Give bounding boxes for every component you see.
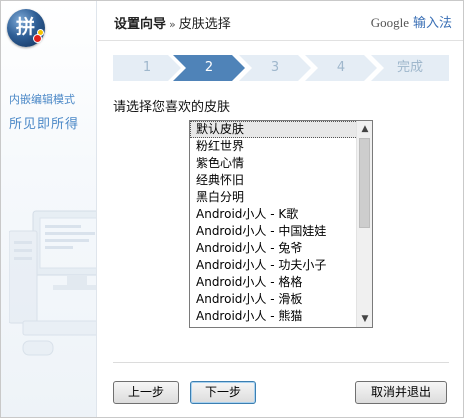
skin-list-item[interactable]: Android小人 - 滑板 <box>190 291 372 308</box>
skin-prompt: 请选择您喜欢的皮肤 <box>113 100 231 115</box>
skin-list-item[interactable]: Android小人 - 功夫小子 <box>190 257 372 274</box>
breadcrumb-setup-wizard: 设置向导 <box>114 17 167 32</box>
skin-list-item[interactable]: Android小人 - 格格 <box>190 274 372 291</box>
brand-google: Google <box>370 15 409 30</box>
mode-title: 内嵌编辑模式 <box>9 93 75 106</box>
skin-list-item[interactable]: Android小人 - 兔爷 <box>190 240 372 257</box>
logo-glyph: 拼 <box>16 16 36 38</box>
google-pinyin-logo: 拼 <box>7 9 45 47</box>
skin-list-items: 默认皮肤 粉红世界 紫色心情 经典怀旧 黑白分明 Android小人 - K歌 Androi… <box>190 121 372 325</box>
skin-list-item[interactable]: 默认皮肤 <box>190 121 372 138</box>
skin-listbox[interactable]: 默认皮肤 粉红世界 紫色心情 经典怀旧 黑白分明 Android小人 - K歌 Androi… <box>189 120 373 328</box>
footer-divider <box>113 362 449 363</box>
logo-dot-red <box>33 34 42 43</box>
skin-list-item[interactable]: 黑白分明 <box>190 189 372 206</box>
skin-list-item[interactable]: 紫色心情 <box>190 155 372 172</box>
scroll-up-arrow-icon[interactable]: ▲ <box>357 121 372 137</box>
step-1-label: 1 <box>142 60 152 75</box>
breadcrumb-separator: » <box>169 18 176 31</box>
step-finish: 完成 <box>371 55 449 81</box>
step-indicator: 1 2 3 4 完成 <box>113 55 449 81</box>
step-finish-label: 完成 <box>396 60 423 75</box>
step-4-label: 4 <box>336 60 346 75</box>
skin-list-item[interactable]: Android小人 - K歌 <box>190 206 372 223</box>
previous-step-button[interactable]: 上一步 <box>113 381 179 404</box>
step-4: 4 <box>305 55 377 81</box>
scrollbar-thumb[interactable] <box>359 138 370 228</box>
cancel-and-exit-button[interactable]: 取消并退出 <box>355 381 447 404</box>
step-1: 1 <box>113 55 181 81</box>
skin-list-item[interactable]: Android小人 - 中国娃娃 <box>190 223 372 240</box>
sidebar: 拼 内嵌编辑模式 所见即所得 <box>1 1 97 417</box>
skin-list-item[interactable]: Android小人 - 熊猫 <box>190 308 372 325</box>
brand-label: Google 输入法 <box>371 12 452 31</box>
skin-list-item[interactable]: 经典怀旧 <box>190 172 372 189</box>
step-3: 3 <box>239 55 311 81</box>
computer-illustration <box>9 210 96 356</box>
step-2-label: 2 <box>204 60 214 75</box>
listbox-scrollbar[interactable]: ▲ ▼ <box>356 121 372 327</box>
skin-list-item[interactable]: 粉红世界 <box>190 138 372 155</box>
scroll-down-arrow-icon[interactable]: ▼ <box>357 311 372 327</box>
header: 设置向导» 皮肤选择 Google 输入法 <box>98 1 463 41</box>
step-3-label: 3 <box>270 60 280 75</box>
mode-subtitle: 所见即所得 <box>9 117 80 132</box>
breadcrumb: 设置向导» 皮肤选择 <box>114 13 231 32</box>
setup-wizard-window: 拼 内嵌编辑模式 所见即所得 设置向导» 皮肤选择 Google 输入法 1 2… <box>0 0 464 418</box>
step-2-active: 2 <box>173 55 245 81</box>
breadcrumb-current-page: 皮肤选择 <box>178 17 231 32</box>
next-step-button[interactable]: 下一步 <box>190 381 256 404</box>
brand-ime: 输入法 <box>412 16 452 31</box>
